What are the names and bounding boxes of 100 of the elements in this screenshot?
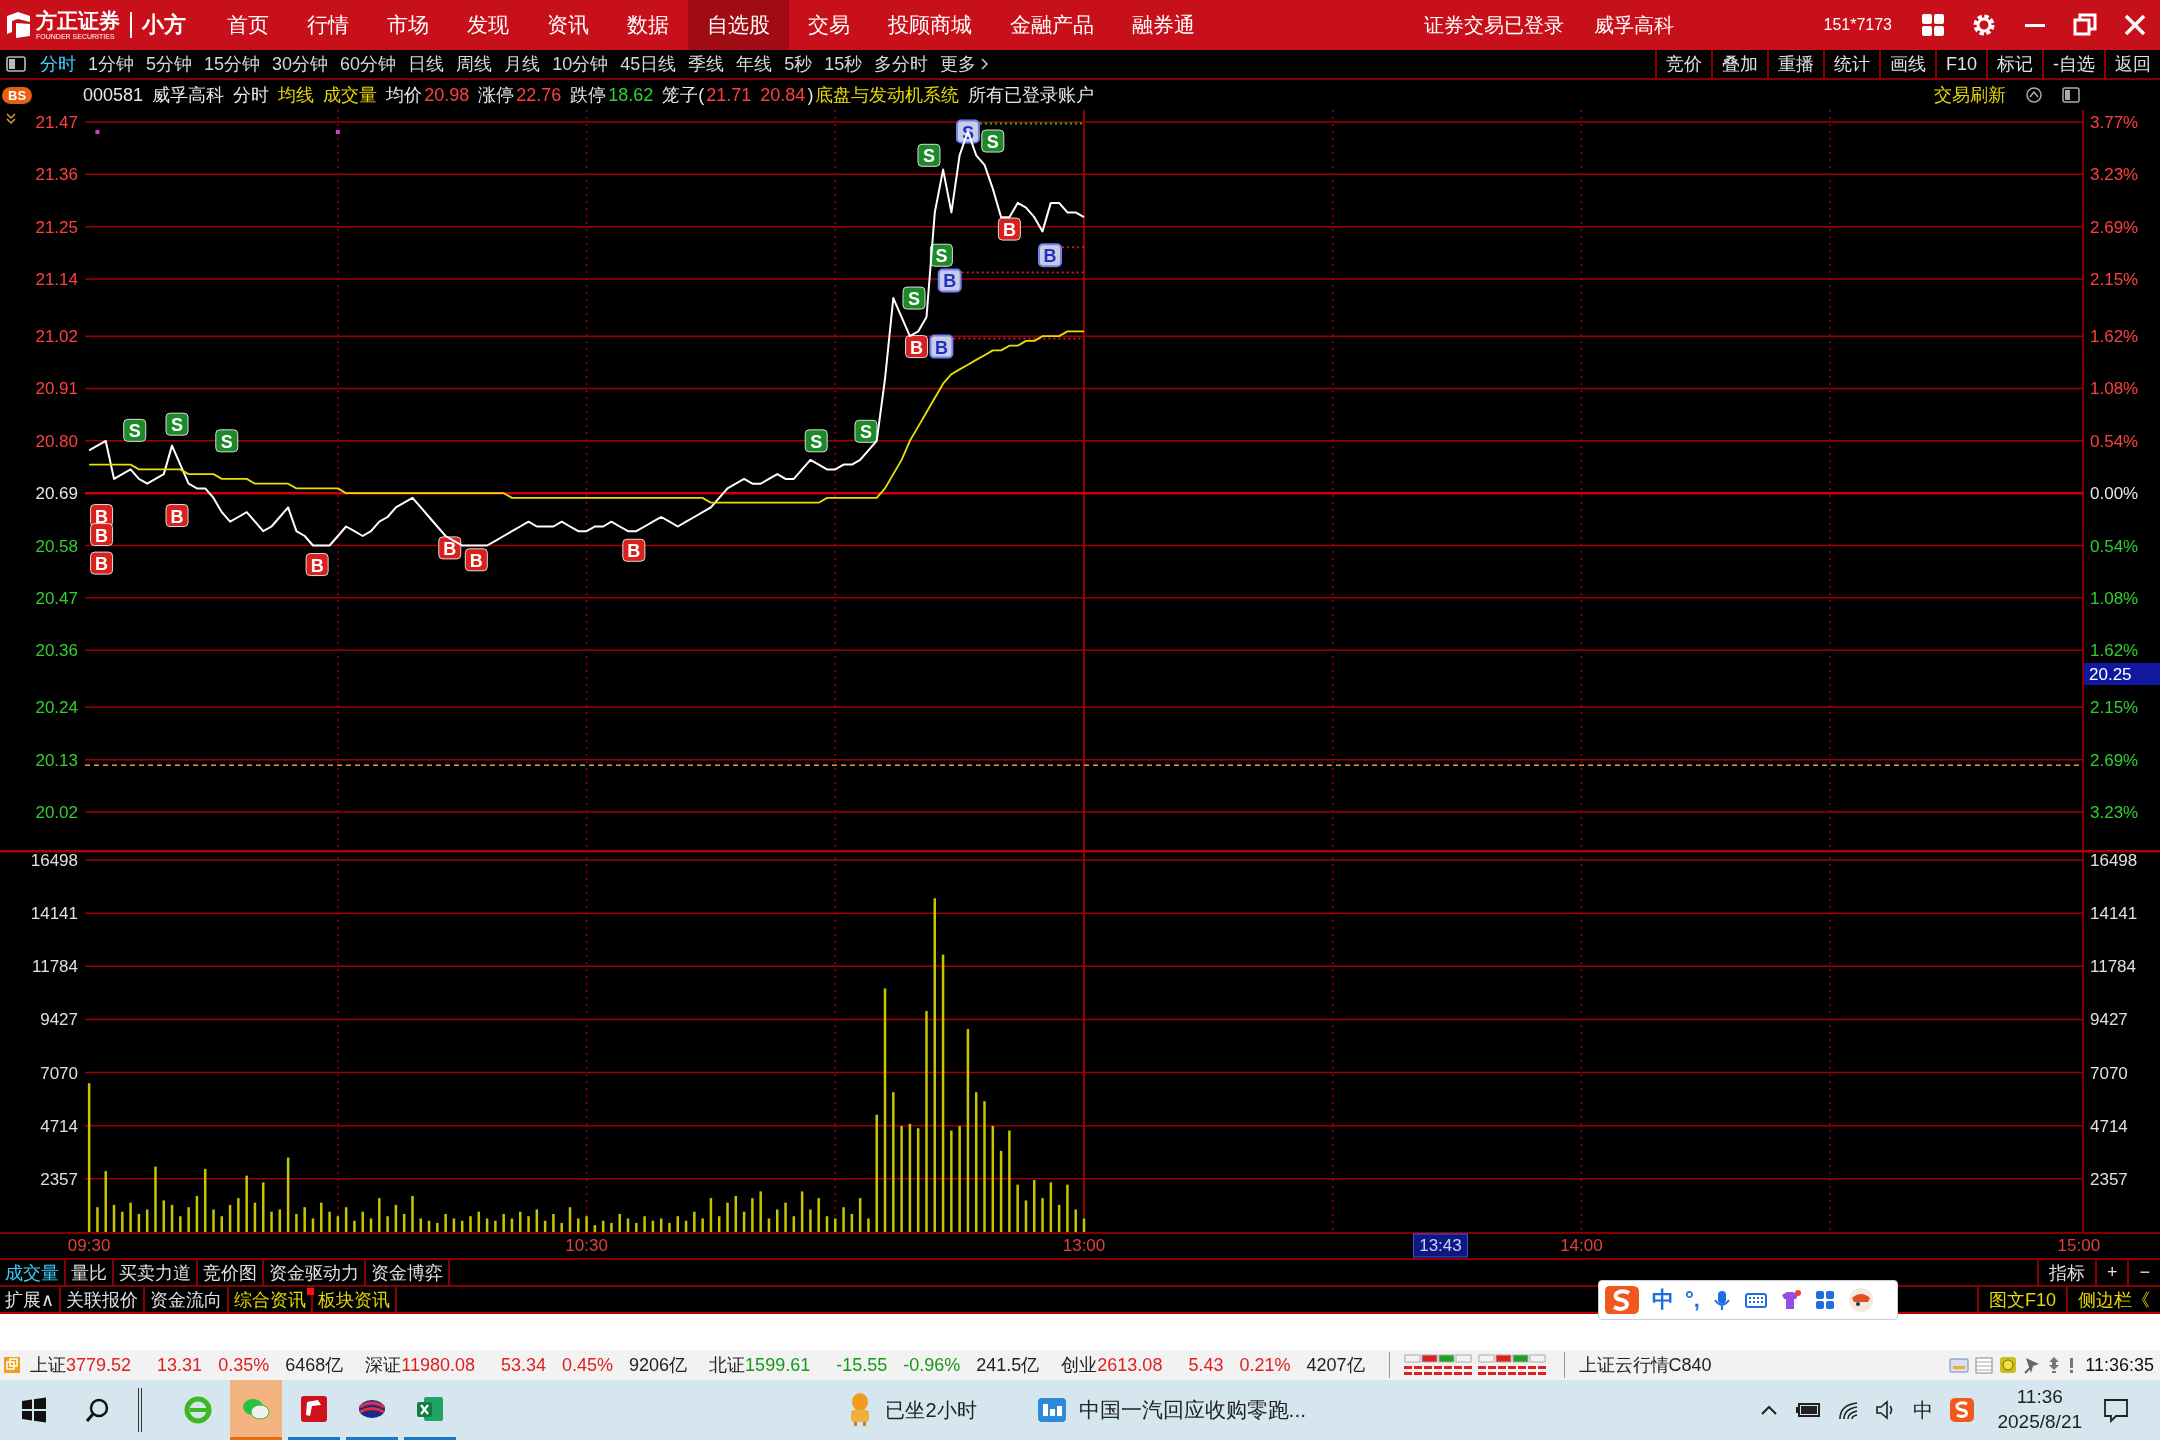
annotation: B: [443, 538, 457, 559]
average-price-label: 均价: [386, 84, 423, 107]
limit-down-label: 跌停: [570, 84, 607, 107]
axis-label: 20.36: [35, 641, 78, 661]
annotation: B: [95, 554, 109, 575]
percent-label: 2.69%: [2090, 750, 2139, 770]
stock-name: 威孚高科: [1594, 12, 1674, 38]
percent-label: 1.08%: [2090, 379, 2139, 399]
axis-label: 21.36: [35, 165, 78, 185]
server-name: 上证云行情C840: [1578, 1354, 1712, 1377]
annotation: B: [934, 337, 948, 358]
app-name: 小方: [141, 11, 186, 39]
percent-label: 0.00%: [2090, 484, 2139, 504]
annotation: B: [310, 555, 324, 576]
percent-label: 0.54%: [2090, 536, 2139, 556]
account-number: 151*7173: [1823, 16, 1892, 34]
average-price-value: 20.98: [424, 84, 470, 106]
limit-up-value: 22.76: [516, 84, 562, 106]
annotation: B: [627, 541, 641, 562]
cage-bracket: ): [807, 84, 814, 106]
index-name: 创业: [1061, 1354, 1098, 1377]
index-change: 5.43: [1188, 1354, 1224, 1376]
axis-label: 7070: [2090, 1063, 2128, 1083]
axis-label: 16498: [30, 851, 78, 870]
cage-low: 20.84: [760, 84, 806, 106]
index-turnover: 241.5亿: [976, 1354, 1040, 1377]
sector-name: 底盘与发动机系统: [815, 84, 960, 107]
index-value: 1599.61: [745, 1354, 811, 1376]
time-label: 13:00: [1062, 1236, 1106, 1255]
annotation: S: [128, 421, 141, 442]
cursor-price-label: 20.25: [2084, 663, 2160, 685]
limit-down-value: 18.62: [608, 84, 654, 106]
percent-label: 3.77%: [2090, 113, 2139, 132]
axis-label: 16498: [2090, 851, 2138, 870]
annotation: B: [1043, 246, 1057, 267]
percent-label: 1.62%: [2090, 327, 2139, 347]
axis-label: 7070: [40, 1063, 78, 1083]
axis-label: 20.91: [35, 379, 78, 399]
login-status: 证券交易已登录: [1424, 12, 1564, 38]
annotation: B: [910, 337, 924, 358]
axis-label: 4714: [2090, 1116, 2128, 1136]
percent-label: 3.23%: [2090, 803, 2139, 822]
cursor-time-label: 13:43: [1413, 1233, 1468, 1258]
index-name: 上证: [30, 1354, 66, 1377]
time-label: 09:30: [67, 1236, 111, 1255]
index-turnover: 6468亿: [285, 1354, 344, 1377]
axis-label: 21.47: [35, 113, 78, 132]
axis-label: 21.25: [35, 217, 78, 237]
axis-label: 20.13: [35, 750, 78, 770]
index-name: 北证: [709, 1354, 746, 1377]
axis-label: 20.24: [35, 698, 78, 718]
annotation: S: [986, 132, 999, 153]
percent-label: 3.23%: [2090, 165, 2139, 185]
logo-text: 方正证券: [36, 10, 120, 31]
annotation: S: [810, 431, 823, 452]
percent-label: 2.15%: [2090, 270, 2139, 290]
cage-label: 笼子(: [662, 84, 705, 107]
index-change: 13.31: [157, 1354, 203, 1376]
annotation: S: [935, 246, 948, 267]
index-change: 53.34: [500, 1354, 546, 1376]
axis-label: 9427: [2090, 1010, 2128, 1030]
percent-label: 2.69%: [2090, 217, 2139, 237]
percent-label: 0.54%: [2090, 431, 2139, 451]
time-label: 10:30: [565, 1236, 608, 1255]
annotation: S: [220, 431, 233, 452]
index-value: 2613.08: [1097, 1354, 1163, 1376]
index-name: 深证: [365, 1354, 402, 1377]
index-turnover: 9206亿: [629, 1354, 688, 1377]
axis-label: 20.69: [35, 484, 78, 504]
stock-code: 000581: [83, 84, 144, 106]
axis-label: 2357: [2090, 1169, 2128, 1189]
annotation: B: [943, 271, 957, 292]
axis-label: 21.02: [35, 327, 78, 347]
index-percent: 0.45%: [562, 1354, 614, 1376]
index-change: -15.55: [836, 1354, 888, 1376]
account-scope: 所有已登录账户: [968, 84, 1095, 107]
percent-label: 2.15%: [2090, 698, 2139, 718]
axis-label: 9427: [40, 1010, 78, 1030]
annotation: S: [908, 289, 921, 310]
index-value: 11980.08: [401, 1354, 475, 1376]
axis-label: 21.14: [35, 270, 78, 290]
stock-name: 威孚高科: [152, 84, 225, 107]
annotation: S: [859, 422, 872, 443]
index-value: 3779.52: [66, 1354, 132, 1376]
axis-label: 4714: [40, 1116, 78, 1136]
index-percent: 0.21%: [1239, 1354, 1291, 1376]
time-label: 15:00: [2057, 1236, 2101, 1255]
axis-label: 20.80: [35, 431, 78, 451]
percent-label: 1.08%: [2090, 588, 2139, 608]
index-percent: 0.35%: [218, 1354, 270, 1376]
annotation: S: [171, 415, 184, 436]
axis-label: 11784: [32, 957, 78, 977]
percent-label: 1.62%: [2090, 641, 2139, 661]
index-turnover: 4207亿: [1306, 1354, 1365, 1377]
axis-label: 20.47: [35, 588, 78, 608]
annotation: B: [469, 550, 483, 571]
axis-label: 14141: [30, 904, 78, 924]
axis-label: 2357: [40, 1169, 78, 1189]
annotation: B: [1002, 220, 1016, 241]
annotation: B: [170, 506, 184, 527]
